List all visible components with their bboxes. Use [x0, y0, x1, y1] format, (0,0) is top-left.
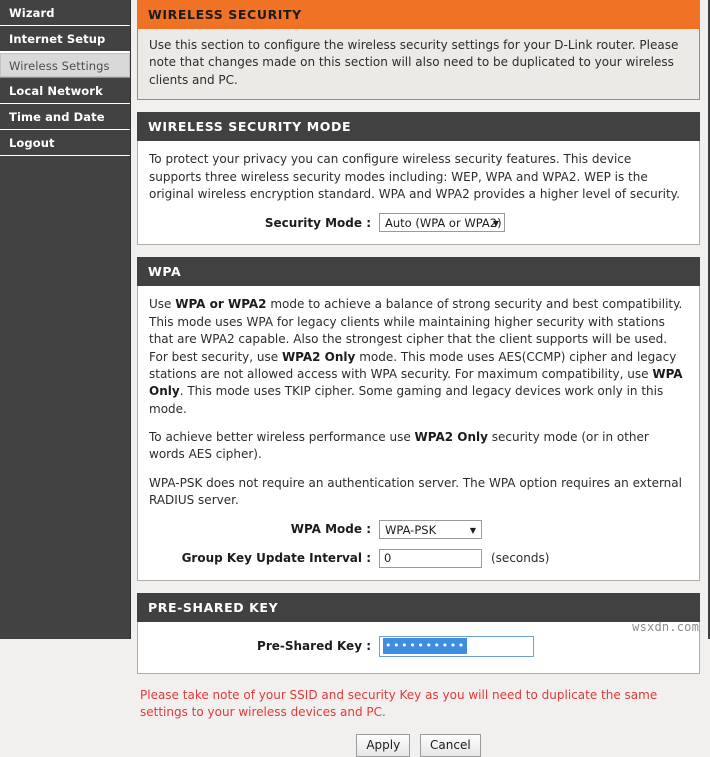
form-actions: Apply Cancel — [137, 734, 700, 757]
section-header-pre-shared-key: PRE-SHARED KEY — [137, 592, 700, 622]
sidebar-item-wireless-settings[interactable]: Wireless Settings — [0, 52, 130, 78]
sidebar-item-label: Wizard — [9, 6, 55, 20]
wpa-mode-select[interactable]: WPA-PSK ▼ — [379, 519, 482, 539]
sidebar-item-wizard[interactable]: Wizard — [0, 0, 130, 26]
section-body-wpa: Use WPA or WPA2 mode to achieve a balanc… — [137, 286, 700, 581]
sidebar-item-internet-setup[interactable]: Internet Setup — [0, 26, 130, 52]
sidebar-item-label: Wireless Settings — [9, 59, 110, 73]
wpa-mode-field-row: WPA Mode : WPA-PSK ▼ — [149, 519, 687, 539]
wpa-paragraph-1: Use WPA or WPA2 mode to achieve a balanc… — [149, 297, 683, 416]
sidebar-item-label: Local Network — [9, 84, 103, 98]
wpa-mode-label: WPA Mode : — [290, 522, 371, 537]
security-mode-selected-value: Auto (WPA or WPA2) — [385, 216, 502, 231]
sidebar-navigation: Wizard Internet Setup Wireless Settings … — [0, 0, 131, 639]
group-key-update-interval-label: Group Key Update Interval : — [181, 551, 371, 566]
apply-button[interactable]: Apply — [356, 734, 411, 757]
pre-shared-key-masked-value: •••••••••• — [383, 638, 467, 655]
sidebar-item-time-and-date[interactable]: Time and Date — [0, 104, 130, 130]
page-description: Use this section to configure the wirele… — [137, 29, 700, 101]
security-mode-label: Security Mode : — [264, 215, 371, 230]
security-mode-select[interactable]: Auto (WPA or WPA2) ▼ — [379, 213, 505, 233]
cancel-button[interactable]: Cancel — [420, 734, 481, 757]
watermark-text: wsxdn.com — [632, 620, 699, 634]
sidebar-item-local-network[interactable]: Local Network — [0, 78, 130, 104]
wpa-mode-selected-value: WPA-PSK — [385, 522, 437, 537]
section-header-wireless-security-mode: WIRELESS SECURITY MODE — [137, 112, 700, 142]
group-key-field-row: Group Key Update Interval : (seconds) — [149, 548, 687, 568]
chevron-down-icon: ▼ — [492, 219, 499, 229]
wpa-paragraph-3: WPA-PSK does not require an authenticati… — [149, 475, 682, 508]
sidebar-item-logout[interactable]: Logout — [0, 130, 130, 156]
group-key-update-interval-input[interactable] — [379, 548, 482, 568]
section-body-pre-shared-key: Pre-Shared Key : •••••••••• — [137, 621, 700, 674]
section-body-wireless-security-mode: To protect your privacy you can configur… — [137, 141, 700, 246]
sidebar-item-label: Internet Setup — [9, 32, 106, 46]
security-mode-field-row: Security Mode : Auto (WPA or WPA2) ▼ — [149, 213, 687, 233]
group-key-units-label: (seconds) — [491, 551, 550, 566]
chevron-down-icon: ▼ — [469, 525, 476, 535]
main-content: WIRELESS SECURITY Use this section to co… — [137, 0, 700, 757]
router-admin-page: Wizard Internet Setup Wireless Settings … — [0, 0, 710, 757]
security-key-warning-note: Please take note of your SSID and securi… — [140, 687, 658, 720]
page-title: WIRELESS SECURITY — [137, 0, 700, 29]
pre-shared-key-label: Pre-Shared Key : — [257, 639, 371, 654]
wpa-paragraph-2: To achieve better wireless performance u… — [149, 430, 649, 462]
section-header-wpa: WPA — [137, 257, 700, 287]
sidebar-item-label: Logout — [9, 136, 55, 150]
sidebar-item-label: Time and Date — [9, 110, 105, 124]
security-mode-paragraph: To protect your privacy you can configur… — [149, 152, 680, 201]
